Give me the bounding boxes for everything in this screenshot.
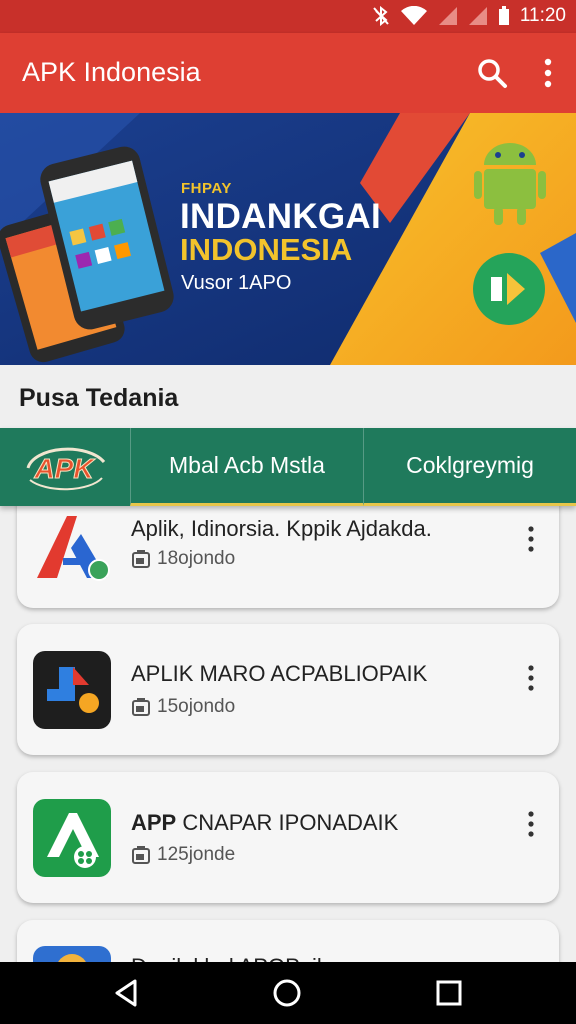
app-logo-icon [33, 651, 111, 729]
app-name-3-rest: CNAPAR IPONADAIK [176, 810, 399, 835]
item-menu-button[interactable] [521, 524, 541, 554]
more-vert-icon [528, 665, 534, 691]
battery-icon [498, 6, 509, 25]
home-button[interactable] [270, 976, 304, 1010]
banner-small-text: FHPAY [181, 180, 232, 197]
search-icon [478, 59, 507, 88]
app-meta-2: 15ojondo [131, 696, 235, 718]
bluetooth-off-icon [373, 6, 389, 26]
banner-title-line2: INDONESIA [180, 232, 353, 267]
app-size-2: 15ojondo [157, 696, 236, 717]
app-size-1: 18ojondo [157, 548, 236, 569]
more-vert-icon [544, 58, 552, 88]
app-title: APK Indonesia [22, 57, 201, 87]
recents-icon [436, 980, 462, 1006]
app-name-2: APLIK MARO ACPABLIOPAIK [131, 661, 428, 686]
apk-logo[interactable]: APK [0, 428, 130, 506]
banner-subtitle: Vusor 1APO [181, 272, 292, 294]
tab-bar: APK Mbal Acb Mstla Coklgreymig [0, 428, 576, 506]
status-time: 11:20 [519, 5, 566, 26]
list-item[interactable]: APLIK MARO ACPABLIOPAIK 15ojondo [17, 624, 559, 755]
app-size-3: 125jonde [157, 844, 236, 865]
section-title: Pusa Tedania [19, 384, 179, 412]
signal-icon-2 [468, 7, 487, 25]
wifi-icon [400, 6, 427, 25]
app-meta-3: 125jonde [131, 844, 235, 866]
app-logo-icon [37, 516, 110, 581]
tab-1[interactable]: Mbal Acb Mstla [130, 428, 364, 506]
apk-logo-icon: APK [26, 447, 106, 491]
app-meta-1: 18ojondo [131, 548, 235, 570]
app-icon-3 [33, 799, 111, 877]
back-button[interactable] [111, 976, 145, 1010]
app-name-1: Aplik, Idinorsia. Kppik Ajdakda. [131, 516, 432, 541]
list-item[interactable]: APP CNAPAR IPONADAIK 125jonde [17, 772, 559, 903]
package-icon [132, 698, 150, 716]
more-vert-icon [528, 811, 534, 837]
app-logo-icon [33, 799, 111, 877]
more-options-button[interactable] [533, 55, 563, 91]
promo-banner[interactable]: FHPAY INDANKGAI INDONESIA Vusor 1APO [0, 113, 576, 365]
search-button[interactable] [474, 55, 510, 91]
app-icon-1 [33, 514, 111, 592]
play-store-icon [473, 253, 545, 325]
app-bar: APK Indonesia [0, 33, 576, 113]
app-icon-2 [33, 651, 111, 729]
app-name-3: APP CNAPAR IPONADAIK [131, 810, 398, 836]
banner-title-line1: INDANKGAI [180, 197, 382, 236]
more-vert-icon [528, 526, 534, 552]
tab-2[interactable]: Coklgreymig [364, 428, 576, 506]
item-menu-button[interactable] [521, 663, 541, 693]
navigation-bar [0, 962, 576, 1024]
recents-button[interactable] [432, 976, 466, 1010]
package-icon [132, 846, 150, 864]
apk-logo-text: APK [33, 453, 95, 484]
home-icon [273, 979, 301, 1007]
signal-icon-1 [438, 7, 457, 25]
back-icon [115, 979, 137, 1007]
package-icon [132, 550, 150, 568]
app-name-3-bold: APP [131, 810, 177, 835]
status-bar: 11:20 [0, 0, 576, 33]
item-menu-button[interactable] [521, 809, 541, 839]
